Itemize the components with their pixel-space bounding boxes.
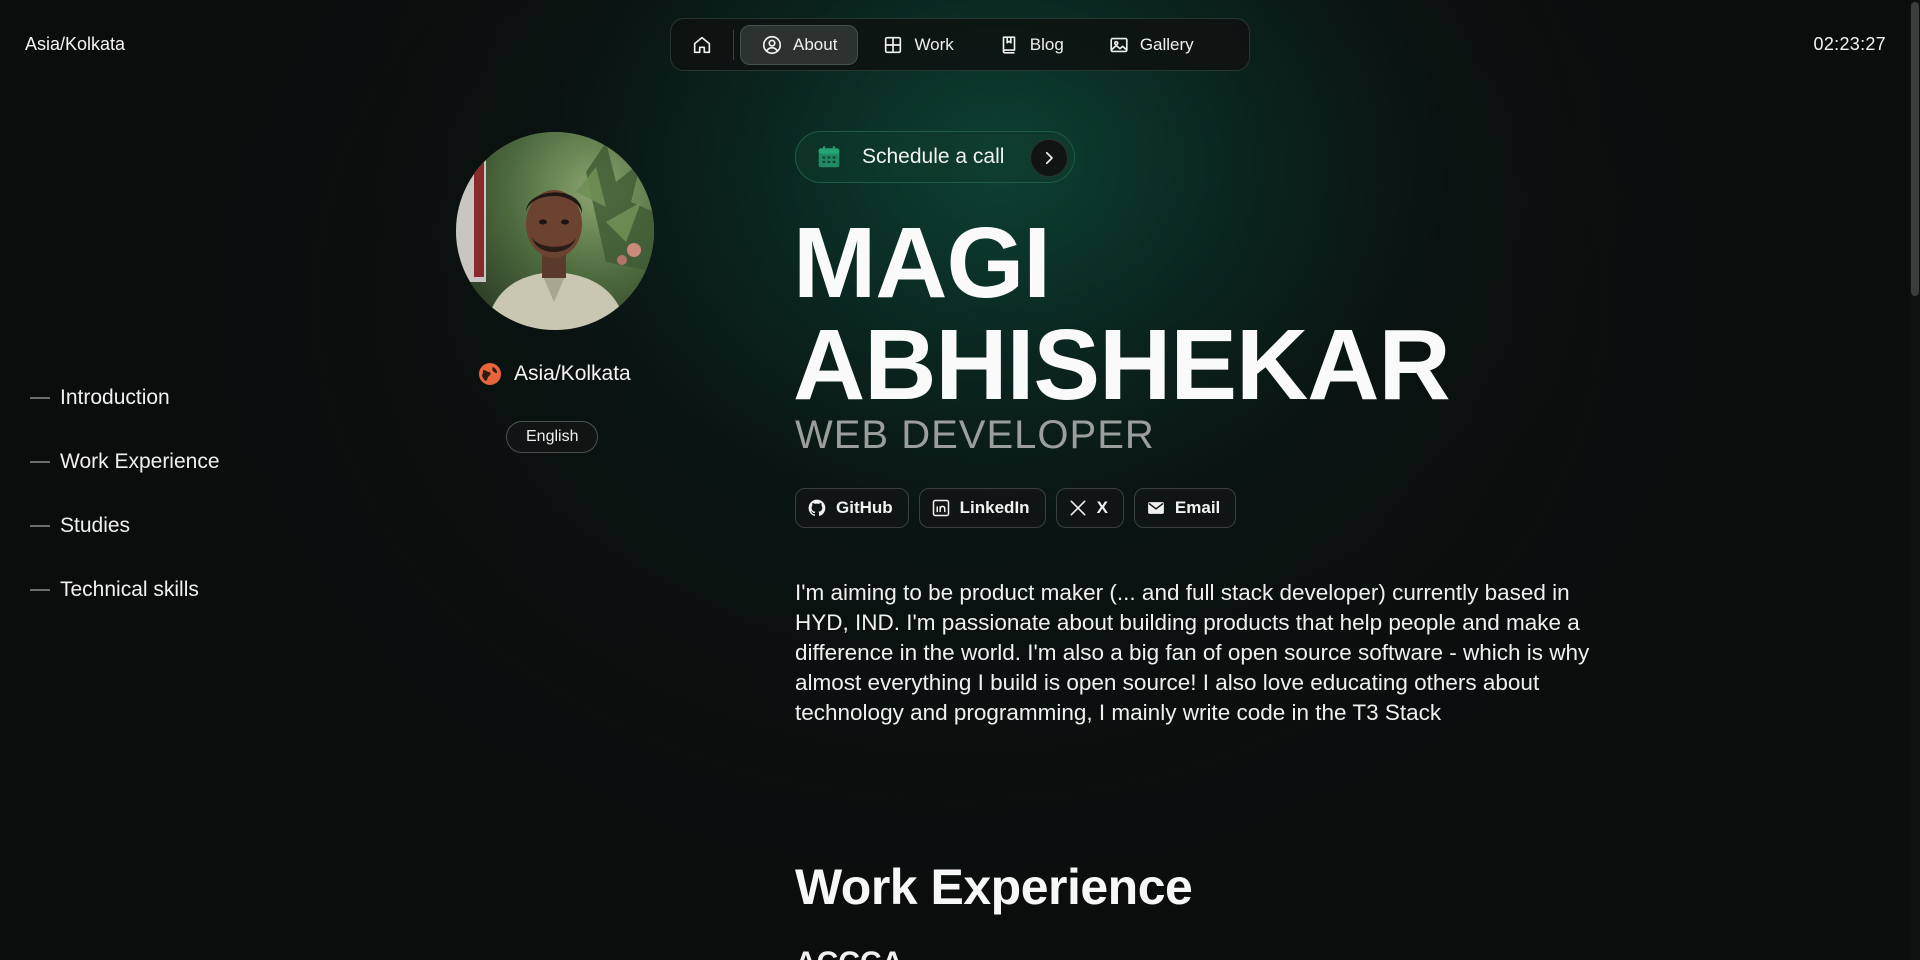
nav-gallery[interactable]: Gallery bbox=[1088, 25, 1214, 65]
toc-dash bbox=[30, 589, 50, 591]
nav-about[interactable]: About bbox=[740, 24, 859, 65]
toc-dash bbox=[30, 525, 50, 527]
hero-name-line2: ABHISHEKAR bbox=[793, 309, 1451, 421]
nav-gallery-label: Gallery bbox=[1139, 34, 1194, 54]
toc-dash bbox=[30, 397, 50, 399]
schedule-call-label: Schedule a call bbox=[862, 145, 1005, 168]
linkedin-label: LinkedIn bbox=[959, 498, 1030, 517]
toc-label: Work Experience bbox=[60, 450, 220, 473]
grid-icon bbox=[885, 36, 902, 53]
social-links: GitHub LinkedIn X Email bbox=[795, 488, 1237, 528]
x-label: X bbox=[1096, 498, 1108, 517]
toc-label: Technical skills bbox=[60, 578, 199, 601]
toc-label: Introduction bbox=[60, 386, 170, 409]
linkedin-button[interactable]: LinkedIn bbox=[918, 488, 1046, 528]
nav-blog-label: Blog bbox=[1029, 34, 1064, 54]
image-icon bbox=[1110, 37, 1128, 52]
book-icon bbox=[1002, 35, 1016, 54]
language-tag: English bbox=[506, 421, 599, 453]
nav-about-label: About bbox=[793, 34, 838, 54]
linkedin-icon bbox=[932, 499, 949, 517]
github-label: GitHub bbox=[836, 498, 893, 517]
github-icon bbox=[808, 499, 826, 516]
profile-location: Asia/Kolkata bbox=[478, 362, 631, 386]
hero-name-line1: MAGI bbox=[793, 207, 1051, 319]
bio-text: I'm aiming to be product maker (... and … bbox=[795, 580, 1590, 725]
nav-work-label: Work bbox=[914, 34, 954, 54]
avatar bbox=[456, 132, 654, 330]
nav-home[interactable] bbox=[677, 25, 727, 65]
toc-label: Studies bbox=[60, 514, 131, 537]
x-icon bbox=[1070, 500, 1086, 516]
schedule-call-button[interactable]: Schedule a call bbox=[795, 131, 1075, 183]
nav-blog[interactable]: Blog bbox=[978, 25, 1084, 65]
nav-separator bbox=[733, 29, 734, 60]
x-button[interactable]: X bbox=[1055, 488, 1124, 528]
toc-work-experience[interactable]: Work Experience bbox=[30, 430, 220, 494]
table-of-contents: Introduction Work Experience Studies Tec… bbox=[30, 366, 220, 622]
header-timezone: Asia/Kolkata bbox=[25, 34, 126, 54]
globe-icon bbox=[479, 363, 501, 385]
hero-role: WEB DEVELOPER bbox=[795, 413, 1155, 457]
calendar-icon bbox=[818, 146, 840, 168]
toc-technical-skills[interactable]: Technical skills bbox=[30, 558, 220, 622]
chevron-right-icon[interactable] bbox=[1030, 139, 1068, 177]
top-navigation: About Work Blog Gallery bbox=[670, 18, 1250, 71]
scrollbar-thumb[interactable] bbox=[1911, 2, 1919, 296]
toc-introduction[interactable]: Introduction bbox=[30, 366, 220, 430]
toc-dash bbox=[30, 461, 50, 463]
github-button[interactable]: GitHub bbox=[795, 488, 909, 528]
email-label: Email bbox=[1174, 498, 1221, 517]
home-icon bbox=[693, 36, 711, 53]
work-experience-heading: Work Experience bbox=[795, 859, 1193, 915]
email-icon bbox=[1147, 502, 1164, 514]
nav-work[interactable]: Work bbox=[862, 25, 973, 65]
email-button[interactable]: Email bbox=[1133, 488, 1237, 528]
hero-name: MAGI ABHISHEKAR bbox=[793, 207, 1451, 421]
user-circle-icon bbox=[762, 35, 782, 54]
header-clock: 02:23:27 bbox=[1813, 34, 1886, 54]
profile-location-text: Asia/Kolkata bbox=[514, 362, 631, 385]
work-company-name: ACCCA bbox=[795, 946, 903, 960]
toc-studies[interactable]: Studies bbox=[30, 494, 220, 558]
scrollbar[interactable] bbox=[1910, 0, 1920, 960]
